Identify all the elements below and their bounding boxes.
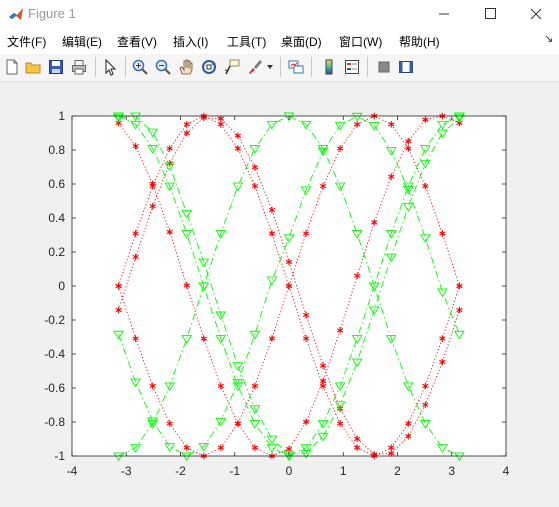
hide-plot-tools-icon[interactable] [375,58,393,76]
menu-insert[interactable]: 插入(I) [173,33,208,50]
menu-overflow-icon[interactable]: ↘ [544,32,553,45]
x-tick-label: -1 [229,464,240,478]
y-tick-label: 1 [58,109,65,123]
matlab-logo-icon [9,8,23,20]
plot-svg[interactable]: -4 -3 -2 -1 0 1 2 3 4 -1 -0.8 -0.6 -0.4 -0.2 0 0.2 0.4 0.… [0,82,559,502]
close-button[interactable] [513,0,559,28]
figure-canvas: -4 -3 -2 -1 0 1 2 3 4 -1 -0.8 -0.6 -0.4 -0.2 0 0.2 0.4 0.… [0,82,559,502]
legend-icon[interactable] [343,58,361,76]
figure-toolbar [0,54,559,82]
x-tick-label: 3 [448,464,455,478]
brush-dropdown-icon[interactable] [266,64,274,70]
menu-bar: 文件(F) 编辑(E) 查看(V) 插入(I) 工具(T) 桌面(D) 窗口(W… [0,28,559,54]
x-tick-label: -2 [175,464,186,478]
y-tick-label: 0.2 [48,245,65,259]
y-tick-label: 0.8 [48,143,65,157]
toolbar-separator [95,57,96,77]
title-bar: Figure 1 [0,0,559,28]
pan-hand-icon[interactable] [177,58,195,76]
y-tick-label: -0.4 [44,347,65,361]
menu-help[interactable]: 帮助(H) [399,33,440,50]
y-tick-label: 0.6 [48,177,65,191]
rotate-3d-icon[interactable] [200,58,218,76]
link-plot-icon[interactable] [287,58,305,76]
brush-icon[interactable] [246,58,264,76]
colorbar-icon[interactable] [320,58,338,76]
toolbar-separator [367,57,368,77]
toolbar-separator [311,57,312,77]
close-icon [530,8,542,20]
menu-tools[interactable]: 工具(T) [227,33,266,50]
select-arrow-icon[interactable] [101,58,119,76]
minimize-button[interactable] [421,0,467,28]
toolbar-separator [280,57,281,77]
menu-view[interactable]: 查看(V) [117,33,157,50]
save-icon[interactable] [47,58,65,76]
y-tick-label: 0 [58,279,65,293]
x-tick-label: -4 [67,464,78,478]
x-tick-label: 0 [286,464,293,478]
x-tick-label: 4 [503,464,510,478]
show-plot-tools-icon[interactable] [397,58,415,76]
menu-file[interactable]: 文件(F) [7,33,46,50]
print-icon[interactable] [70,58,88,76]
toolbar-separator [125,57,126,77]
y-tick-label: 0.4 [48,211,65,225]
maximize-icon [485,8,496,19]
y-tick-label: -0.8 [44,415,65,429]
window-title: Figure 1 [28,6,76,21]
x-tick-label: 2 [394,464,401,478]
x-tick-label: 1 [340,464,347,478]
y-tick-label: -0.2 [44,313,65,327]
y-tick-label: -0.6 [44,381,65,395]
menu-window[interactable]: 窗口(W) [339,33,382,50]
menu-edit[interactable]: 编辑(E) [62,33,102,50]
menu-desktop[interactable]: 桌面(D) [281,33,322,50]
y-tick-label: -1 [54,449,65,463]
open-file-icon[interactable] [24,58,42,76]
x-tick-label: -3 [121,464,132,478]
zoom-out-icon[interactable] [154,58,172,76]
new-figure-icon[interactable] [3,58,21,76]
data-cursor-icon[interactable] [223,58,241,76]
minimize-icon [439,13,449,15]
maximize-button[interactable] [467,0,513,28]
zoom-in-icon[interactable] [131,58,149,76]
